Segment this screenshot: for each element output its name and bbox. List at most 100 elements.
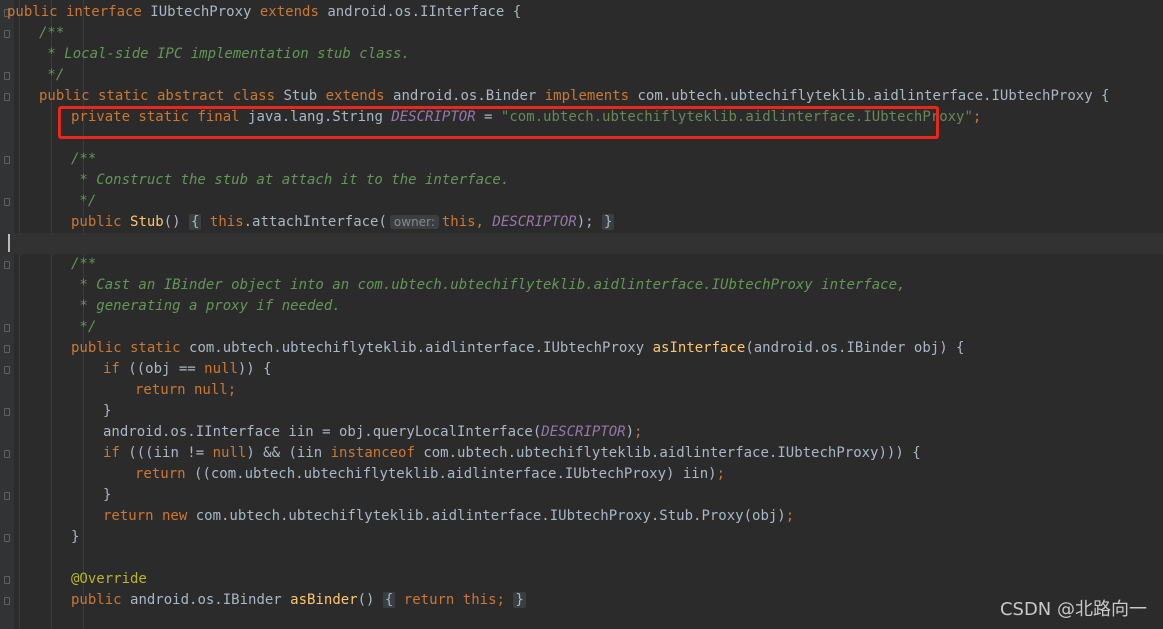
folded-brace: { bbox=[189, 214, 202, 230]
code-token: public static abstract class bbox=[39, 88, 284, 104]
code-token: } bbox=[103, 403, 112, 419]
code-line[interactable]: android.os.IInterface iin = obj.queryLoc… bbox=[0, 422, 1163, 443]
folded-brace: } bbox=[513, 592, 526, 608]
code-token: public interface bbox=[7, 4, 151, 20]
code-token: /** bbox=[71, 151, 97, 167]
code-line[interactable]: } bbox=[0, 401, 1163, 422]
code-line[interactable]: public Stub() { this.attachInterface(own… bbox=[0, 212, 1163, 233]
code-token: com.ubtech.ubtechiflyteklib.aidlinterfac… bbox=[423, 445, 921, 461]
code-token: ); bbox=[576, 214, 594, 230]
code-line-text: /** bbox=[71, 254, 96, 275]
code-token: public bbox=[71, 214, 131, 230]
code-token: DESCRIPTOR bbox=[541, 424, 626, 440]
code-token: */ bbox=[71, 319, 97, 335]
code-line[interactable]: } bbox=[0, 485, 1163, 506]
code-token: .attachInterface( bbox=[243, 214, 387, 230]
code-token: extends bbox=[325, 88, 394, 104]
code-line[interactable]: /** bbox=[0, 23, 1163, 44]
code-token: ) bbox=[625, 424, 635, 440]
code-token: ; bbox=[972, 109, 982, 125]
code-token: public bbox=[71, 592, 131, 608]
text-caret bbox=[8, 234, 10, 252]
code-line[interactable]: */ bbox=[0, 317, 1163, 338]
code-token: this, bbox=[441, 214, 493, 230]
parameter-hint: owner: bbox=[389, 215, 439, 229]
code-token: com.ubtech.ubtechiflyteklib.aidlinterfac… bbox=[189, 340, 653, 356]
code-token: */ bbox=[39, 67, 65, 83]
code-token: android.os.IInterface iin = obj.queryLoc… bbox=[103, 424, 542, 440]
code-editor[interactable]: public interface IUbtechProxy extends an… bbox=[0, 0, 1163, 629]
code-token: return this; bbox=[403, 592, 505, 608]
code-line[interactable]: /** bbox=[0, 254, 1163, 275]
code-line[interactable]: } bbox=[0, 527, 1163, 548]
code-line[interactable]: * Cast an IBinder object into an com.ubt… bbox=[0, 275, 1163, 296]
code-line-text: * generating a proxy if needed. bbox=[71, 296, 341, 317]
code-token: com.ubtech.ubtechiflyteklib.aidlinterfac… bbox=[637, 88, 1110, 104]
code-line[interactable]: /** bbox=[0, 149, 1163, 170]
code-token: IUbtechProxy bbox=[150, 4, 260, 20]
code-token: ; bbox=[785, 508, 795, 524]
code-line-text: public interface IUbtechProxy extends an… bbox=[7, 2, 521, 23]
code-token: * Cast an IBinder object into an com.ubt… bbox=[71, 277, 906, 293]
code-token: DESCRIPTOR bbox=[492, 214, 577, 230]
code-token: /** bbox=[71, 256, 97, 272]
code-token: * Construct the stub at attach it to the… bbox=[71, 172, 510, 188]
code-line-text: * Cast an IBinder object into an com.ubt… bbox=[71, 275, 905, 296]
code-line-text: public android.os.IBinder asBinder() { r… bbox=[71, 590, 526, 611]
code-line[interactable]: public static abstract class Stub extend… bbox=[0, 86, 1163, 107]
code-line[interactable]: * Local-side IPC implementation stub cla… bbox=[0, 44, 1163, 65]
code-token: implements bbox=[544, 88, 638, 104]
code-line[interactable]: * generating a proxy if needed. bbox=[0, 296, 1163, 317]
code-line[interactable]: return null; bbox=[0, 380, 1163, 401]
code-token: if bbox=[103, 361, 129, 377]
folded-brace: } bbox=[602, 214, 615, 230]
code-token: instanceof bbox=[330, 445, 424, 461]
code-token: () bbox=[357, 592, 383, 608]
code-token: Stub bbox=[283, 88, 326, 104]
code-token: ((com.ubtech.ubtechiflyteklib.aidlinterf… bbox=[194, 466, 717, 482]
code-line[interactable]: return new com.ubtech.ubtechiflyteklib.a… bbox=[0, 506, 1163, 527]
code-line-text: */ bbox=[71, 191, 96, 212]
code-token: ; bbox=[634, 424, 643, 440]
code-line[interactable]: */ bbox=[0, 191, 1163, 212]
code-line-text: if (((iin != null) && (iin instanceof co… bbox=[103, 443, 921, 464]
code-token: public static bbox=[71, 340, 190, 356]
code-line[interactable]: public android.os.IBinder asBinder() { r… bbox=[0, 590, 1163, 611]
code-line-text: } bbox=[103, 401, 111, 422]
code-line-text: } bbox=[103, 485, 111, 506]
code-token: android.os.IBinder bbox=[130, 592, 291, 608]
folded-brace: { bbox=[382, 592, 396, 608]
code-token: ) && (iin bbox=[246, 445, 331, 461]
code-line[interactable]: * Construct the stub at attach it to the… bbox=[0, 170, 1163, 191]
code-line[interactable]: return ((com.ubtech.ubtechiflyteklib.aid… bbox=[0, 464, 1163, 485]
code-line-text: /** bbox=[71, 149, 96, 170]
code-line-text: android.os.IInterface iin = obj.queryLoc… bbox=[103, 422, 642, 443]
code-line-text: public static abstract class Stub extend… bbox=[39, 86, 1109, 107]
code-token: android.os.Binder bbox=[393, 88, 545, 104]
code-line-text: */ bbox=[71, 317, 96, 338]
watermark: CSDN @北路向一 bbox=[999, 599, 1147, 620]
code-token: @Override bbox=[71, 571, 147, 587]
code-token: asBinder bbox=[290, 592, 358, 608]
code-token: (android.os.IBinder obj) { bbox=[745, 340, 965, 356]
descriptor-highlight-box bbox=[58, 106, 939, 139]
code-line-text: public Stub() { this.attachInterface(own… bbox=[71, 212, 615, 233]
code-line-text: */ bbox=[39, 65, 64, 86]
code-line[interactable] bbox=[0, 548, 1163, 569]
code-token: return null; bbox=[135, 382, 237, 398]
code-token: extends bbox=[259, 4, 328, 20]
code-token: } bbox=[71, 529, 80, 545]
code-token: )) { bbox=[237, 361, 272, 377]
code-line[interactable]: public static com.ubtech.ubtechiflytekli… bbox=[0, 338, 1163, 359]
code-token: asInterface bbox=[652, 340, 746, 356]
code-line[interactable]: if (((iin != null) && (iin instanceof co… bbox=[0, 443, 1163, 464]
code-line-text: @Override bbox=[71, 569, 147, 590]
code-line-text: } bbox=[71, 527, 79, 548]
code-line[interactable]: public interface IUbtechProxy extends an… bbox=[0, 2, 1163, 23]
code-line[interactable] bbox=[0, 233, 1163, 254]
code-line[interactable]: if ((obj == null)) { bbox=[0, 359, 1163, 380]
code-line[interactable]: @Override bbox=[0, 569, 1163, 590]
code-token: * generating a proxy if needed. bbox=[71, 298, 341, 314]
code-token: ((obj == bbox=[128, 361, 205, 377]
code-line[interactable]: */ bbox=[0, 65, 1163, 86]
